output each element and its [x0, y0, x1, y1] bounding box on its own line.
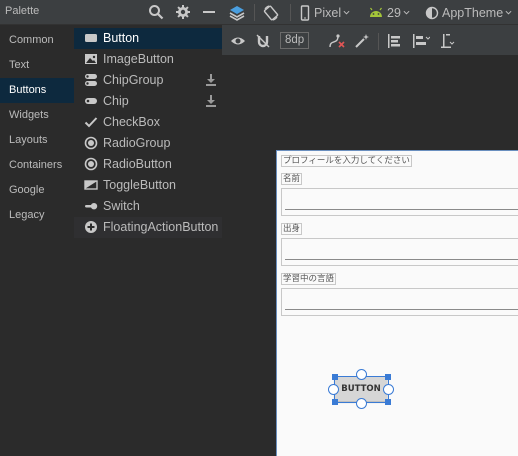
category-list: Common Text Buttons Widgets Layouts Cont… [0, 28, 74, 228]
theme-icon [425, 6, 439, 19]
design-toolbar: Pixel 29 AppTheme [222, 0, 518, 25]
magic-wand-icon[interactable] [354, 28, 370, 53]
chevron-down-icon [403, 10, 410, 15]
constraint-toolbar: 8dp [222, 25, 518, 56]
guidelines-icon[interactable] [440, 28, 456, 53]
chip-icon [84, 94, 98, 108]
widget-label: FloatingActionButton [103, 220, 219, 234]
category-google[interactable]: Google [0, 178, 74, 203]
widget-label: RadioGroup [103, 136, 171, 150]
palette-header: Palette [0, 0, 222, 25]
category-containers[interactable]: Containers [0, 153, 74, 178]
device-selector[interactable]: Pixel [300, 0, 350, 25]
chevron-down-icon [343, 10, 350, 15]
orientation-icon[interactable] [262, 0, 280, 25]
magnet-off-icon[interactable] [255, 28, 271, 53]
widget-label: Switch [103, 199, 140, 213]
image-icon [84, 52, 98, 66]
pack-icon[interactable] [386, 28, 402, 53]
widget-item-radiobutton[interactable]: RadioButton [74, 154, 222, 175]
api-level-selector[interactable]: 29 [368, 0, 410, 25]
default-margin-field[interactable]: 8dp [280, 28, 310, 53]
input-underline [285, 309, 518, 310]
device-preview[interactable]: プロフィールを入力してください 名前 出身 学習中の言語 BUTTON [276, 150, 518, 456]
name-label[interactable]: 名前 [281, 173, 303, 185]
checkmark-icon [84, 115, 98, 129]
name-input[interactable] [281, 188, 518, 216]
category-widgets[interactable]: Widgets [0, 103, 74, 128]
download-icon[interactable] [205, 73, 217, 87]
eye-icon[interactable] [230, 28, 246, 53]
palette-title: Palette [5, 5, 40, 17]
layers-icon[interactable] [228, 0, 246, 25]
origin-input[interactable] [281, 238, 518, 266]
widget-item-button[interactable]: Button [74, 28, 222, 49]
profile-header-text[interactable]: プロフィールを入力してください [281, 155, 412, 167]
widget-label: Button [103, 31, 140, 45]
resize-handle-top-left[interactable] [332, 374, 338, 380]
constraint-anchor-left[interactable] [328, 384, 339, 395]
widget-label: ImageButton [103, 52, 174, 66]
category-common[interactable]: Common [0, 28, 74, 53]
constraint-anchor-top[interactable] [356, 369, 367, 380]
theme-label: AppTheme [442, 5, 504, 20]
widget-label: ToggleButton [103, 178, 176, 192]
widget-item-imagebutton[interactable]: ImageButton [74, 49, 222, 70]
design-surface[interactable]: プロフィールを入力してください 名前 出身 学習中の言語 BUTTON [222, 57, 518, 456]
align-icon[interactable] [412, 28, 430, 53]
widget-item-togglebutton[interactable]: ToggleButton [74, 175, 222, 196]
api-level-label: 29 [387, 5, 401, 20]
theme-selector[interactable]: AppTheme [425, 0, 512, 25]
switch-icon [84, 199, 98, 213]
origin-label[interactable]: 出身 [281, 223, 303, 235]
constraint-anchor-bottom[interactable] [356, 398, 367, 409]
input-underline [285, 259, 518, 260]
resize-handle-top-right[interactable] [385, 374, 391, 380]
toolbar-separator [378, 33, 379, 50]
search-icon[interactable] [148, 4, 164, 20]
widget-item-radiogroup[interactable]: RadioGroup [74, 133, 222, 154]
category-layouts[interactable]: Layouts [0, 128, 74, 153]
widget-item-checkbox[interactable]: CheckBox [74, 112, 222, 133]
gear-icon[interactable] [175, 4, 191, 20]
chevron-down-icon [505, 10, 512, 15]
language-label[interactable]: 学習中の言語 [281, 273, 337, 285]
chip-group-icon [84, 73, 98, 87]
widget-label: Chip [103, 94, 129, 108]
button-icon [84, 31, 98, 45]
resize-handle-bottom-left[interactable] [332, 399, 338, 405]
toolbar-separator [254, 4, 255, 21]
radio-icon [84, 136, 98, 150]
widget-item-chip[interactable]: Chip [74, 91, 222, 112]
widget-item-switch[interactable]: Switch [74, 196, 222, 217]
widget-item-chipgroup[interactable]: ChipGroup [74, 70, 222, 91]
clear-constraints-icon[interactable] [328, 28, 346, 53]
widget-label: RadioButton [103, 157, 172, 171]
download-icon[interactable] [205, 94, 217, 108]
margin-value: 8dp [280, 32, 310, 49]
widget-item-floatingactionbutton[interactable]: FloatingActionButton [74, 217, 233, 238]
resize-handle-bottom-right[interactable] [385, 399, 391, 405]
category-buttons[interactable]: Buttons [0, 78, 74, 103]
toggle-icon [84, 178, 98, 192]
radio-icon [84, 157, 98, 171]
palette-panel: Palette Common Text Buttons Widgets Layo… [0, 0, 233, 456]
widget-label: ChipGroup [103, 73, 164, 87]
device-label: Pixel [314, 5, 342, 20]
selected-button-widget[interactable]: BUTTON [328, 369, 394, 409]
constraint-anchor-right[interactable] [383, 384, 394, 395]
android-icon [370, 7, 382, 17]
category-text[interactable]: Text [0, 53, 74, 78]
input-underline [285, 209, 518, 210]
plus-circle-icon [84, 220, 98, 234]
language-input[interactable] [281, 288, 518, 316]
widget-list: Button ImageButton ChipGroup Chip CheckB… [74, 28, 233, 238]
toolbar-separator [290, 4, 291, 21]
category-legacy[interactable]: Legacy [0, 203, 74, 228]
phone-icon [300, 4, 310, 21]
minimize-icon[interactable] [201, 4, 217, 20]
widget-label: CheckBox [103, 115, 160, 129]
